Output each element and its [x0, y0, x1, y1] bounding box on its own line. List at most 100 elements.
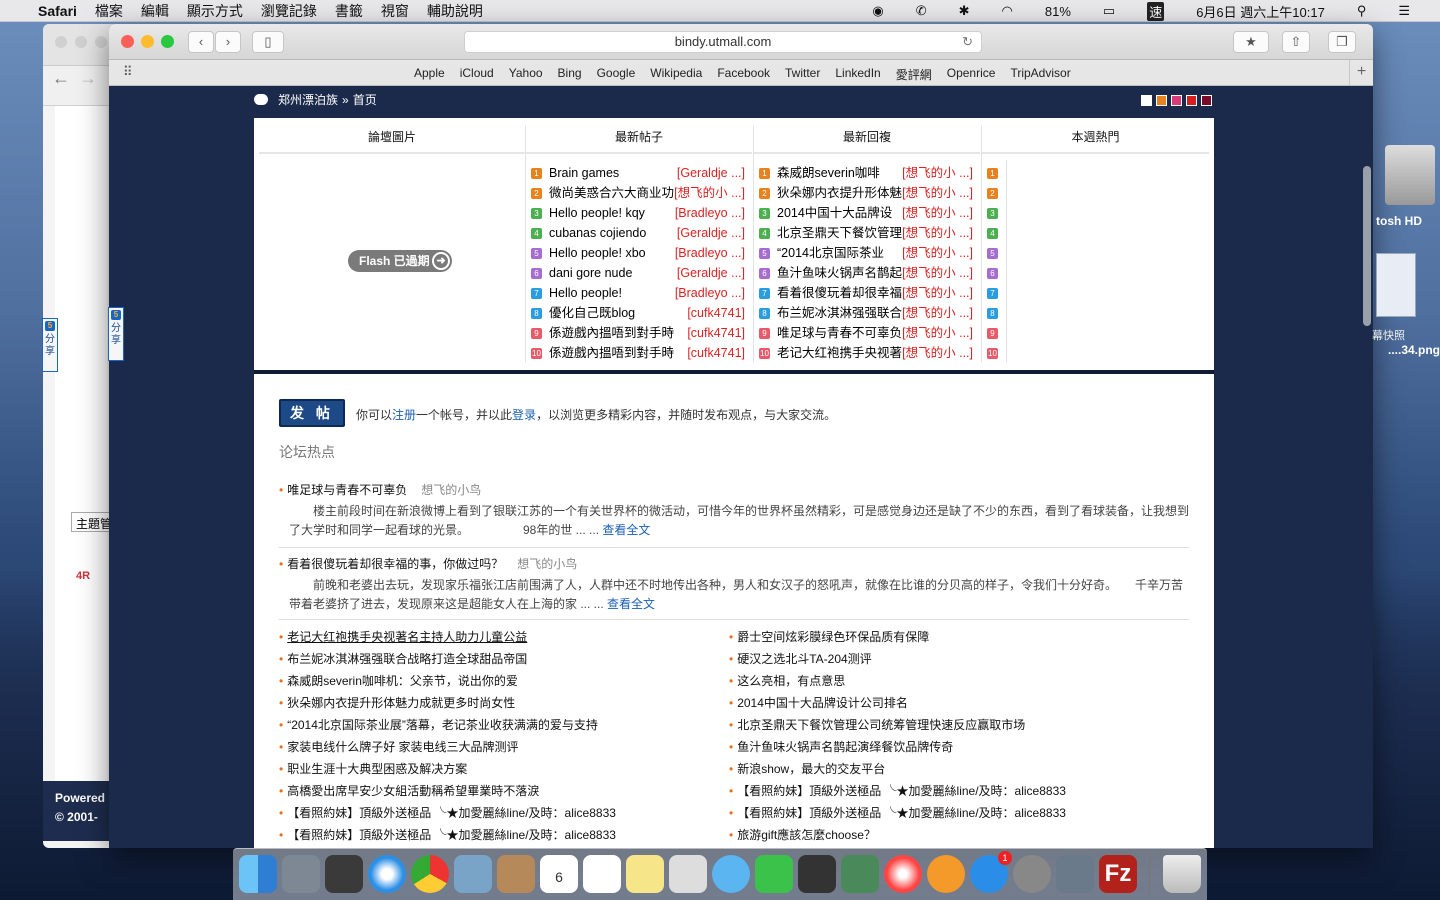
list-item[interactable]: 5 — [987, 243, 1005, 263]
itunes-icon[interactable] — [884, 855, 922, 893]
new-tab-button[interactable]: + — [1349, 60, 1373, 85]
list-item[interactable]: 8 優化自己既blog [cufk4741] — [531, 303, 751, 323]
hot-link[interactable]: • “2014北京国际茶业展”落幕，老记茶业收获满满的爱与支持 — [279, 714, 616, 736]
item-author[interactable]: [Geraldje ...] — [677, 263, 745, 283]
item-author[interactable]: [想飞的小 ...] — [902, 343, 973, 363]
minimize-button[interactable] — [141, 35, 154, 48]
list-item[interactable]: 1 Brain games [Geraldje ...] — [531, 163, 751, 183]
sidebar-icon[interactable]: ▯ — [252, 31, 284, 53]
list-item[interactable]: 6 鱼汁鱼味火锅声名鹊起 [想飞的小 ...] — [759, 263, 979, 283]
hot-link-text[interactable]: 【看照約妹】頂級外送極品 ╰★加愛麗絲line/及時：alice8833 — [737, 806, 1066, 820]
item-title[interactable]: 係遊戲內搵唔到對手時 — [549, 326, 674, 340]
item-author[interactable]: [想飞的小 ...] — [902, 163, 973, 183]
hot-link-text[interactable]: “2014北京国际茶业展”落幕，老记茶业收获满满的爱与支持 — [287, 718, 598, 732]
list-item[interactable]: 1 森威朗severin咖啡 [想飞的小 ...] — [759, 163, 979, 183]
hard-drive-label[interactable]: tosh HD — [1376, 214, 1422, 228]
theme-swatch[interactable] — [1201, 95, 1212, 106]
fav-link[interactable]: TripAdvisor — [1010, 66, 1070, 83]
read-more-link[interactable]: 查看全文 — [602, 523, 650, 537]
hot-link[interactable]: • 爵士空间炫彩膜绿色环保品质有保障 — [729, 626, 1066, 648]
battery-percent[interactable]: 81% — [1045, 4, 1071, 19]
login-link[interactable]: 登录 — [512, 408, 536, 422]
hot-link-text[interactable]: 这么亮相，有点意思 — [737, 674, 845, 688]
mission-control-icon[interactable] — [325, 855, 363, 893]
list-item[interactable]: 4 北京圣鼎天下餐饮管理 [想飞的小 ...] — [759, 223, 979, 243]
screenshot-file-name[interactable]: ....34.png — [1388, 343, 1440, 357]
list-item[interactable]: 9 係遊戲內搵唔到對手時 [cufk4741] — [531, 323, 751, 343]
list-item[interactable]: 8 — [987, 303, 1005, 323]
hot-link-text[interactable]: 爵士空间炫彩膜绿色环保品质有保障 — [737, 630, 929, 644]
tabs-icon[interactable]: ❐ — [1328, 31, 1356, 53]
item-title[interactable]: 鱼汁鱼味火锅声名鹊起 — [777, 266, 902, 280]
item-title[interactable]: 看着很傻玩着却很幸福 — [777, 286, 902, 300]
notification-center-icon[interactable]: ☰ — [1398, 3, 1410, 19]
list-item[interactable]: 4 — [987, 223, 1005, 243]
list-item[interactable]: 8 布兰妮冰淇淋强强联合 [想飞的小 ...] — [759, 303, 979, 323]
hot-link[interactable]: • 【看照約妹】頂級外送極品 ╰★加愛麗絲line/及時：alice8833 — [729, 802, 1066, 824]
list-item[interactable]: 3 2014中国十大品牌设 [想飞的小 ...] — [759, 203, 979, 223]
read-more-link[interactable]: 查看全文 — [607, 597, 655, 611]
wifi-icon[interactable]: ◠ — [1002, 3, 1013, 19]
article-title[interactable]: • 唯足球与青春不可辜负 — [279, 483, 407, 497]
photo-booth-icon[interactable] — [798, 855, 836, 893]
hot-link-text[interactable]: 鱼汁鱼味火锅声名鹊起演绎餐饮品牌传奇 — [737, 740, 953, 754]
battery-icon[interactable]: ▭ — [1103, 3, 1115, 19]
hot-link[interactable]: • 硬汉之选北斗TA-204测评 — [729, 648, 1066, 670]
menu-bookmarks[interactable]: 書籤 — [335, 1, 363, 21]
menu-window[interactable]: 視窗 — [381, 1, 409, 21]
hot-link[interactable]: • 2014中国十大品牌设计公司排名 — [729, 692, 1066, 714]
iphoto-icon[interactable] — [841, 855, 879, 893]
list-item[interactable]: 10 — [987, 343, 1005, 363]
list-item[interactable]: 6 — [987, 263, 1005, 283]
flash-expired-button[interactable]: Flash 已過期 ➜ — [348, 250, 452, 272]
item-author[interactable]: [Bradleyo ...] — [675, 243, 745, 263]
item-author[interactable]: [想飞的小 ...] — [674, 183, 745, 203]
safari-icon[interactable] — [368, 855, 406, 893]
list-item[interactable]: 7 看着很傻玩着却很幸福 [想飞的小 ...] — [759, 283, 979, 303]
system-preferences-icon[interactable] — [1013, 855, 1051, 893]
facetime-icon[interactable] — [755, 855, 793, 893]
hot-link[interactable]: • 布兰妮冰淇淋强强联合战略打造全球甜品帝国 — [279, 648, 616, 670]
menu-file[interactable]: 檔案 — [95, 1, 123, 21]
hot-link[interactable]: • 狄朵娜内衣提升形体魅力成就更多时尚女性 — [279, 692, 616, 714]
item-author[interactable]: [想飞的小 ...] — [902, 223, 973, 243]
screenshot-file-icon[interactable] — [1376, 253, 1416, 317]
share-tab[interactable]: 5 分享 — [108, 307, 124, 361]
bluetooth-icon[interactable]: ✱ — [959, 3, 970, 19]
list-item[interactable]: 4 cubanas cojiendo [Geraldje ...] — [531, 223, 751, 243]
list-item[interactable]: 2 微尚美惑合六大商业功 [想飞的小 ...] — [531, 183, 751, 203]
page-scrollbar[interactable] — [1363, 166, 1371, 326]
hot-link[interactable]: • 旅游gift應該怎麼choose？ — [729, 824, 1066, 846]
item-title[interactable]: dani gore nude — [549, 266, 632, 280]
register-link[interactable]: 注册 — [392, 408, 416, 422]
list-item[interactable]: 7 — [987, 283, 1005, 303]
list-item[interactable]: 9 — [987, 323, 1005, 343]
item-title[interactable]: 布兰妮冰淇淋强强联合 — [777, 306, 902, 320]
list-item[interactable]: 7 Hello people! [Bradleyo ...] — [531, 283, 751, 303]
item-title[interactable]: 係遊戲內搵唔到對手時 — [549, 346, 674, 360]
hot-link-text[interactable]: 2014中国十大品牌设计公司排名 — [737, 696, 908, 710]
hot-link-text[interactable]: 新浪show，最大的交友平台 — [737, 762, 885, 776]
reload-icon[interactable]: ↻ — [962, 32, 973, 52]
hard-drive-icon[interactable] — [1385, 145, 1435, 205]
list-item[interactable]: 3 Hello people! kqy [Bradleyo ...] — [531, 203, 751, 223]
item-title[interactable]: “2014北京国际茶业 — [777, 246, 884, 260]
address-bar[interactable]: bindy.utmall.com ↻ — [464, 31, 982, 53]
reminders-icon[interactable] — [583, 855, 621, 893]
item-author[interactable]: [想飞的小 ...] — [902, 183, 973, 203]
item-author[interactable]: [cufk4741] — [687, 343, 745, 363]
hot-link-text[interactable]: 【看照約妹】頂級外送極品 ╰★加愛麗絲line/及時：alice8833 — [287, 806, 616, 820]
hot-link-text[interactable]: 森威朗severin咖啡机：父亲节，说出你的爱 — [287, 674, 518, 688]
item-title[interactable]: 2014中国十大品牌设 — [777, 206, 892, 220]
fav-link[interactable]: Google — [597, 66, 636, 83]
fav-link[interactable]: Openrice — [947, 66, 996, 83]
item-title[interactable]: 唯足球与青春不可辜负 — [777, 326, 902, 340]
mail-icon[interactable] — [454, 855, 492, 893]
hot-link[interactable]: • 家装电线什么牌子好 家装电线三大品牌测评 — [279, 736, 616, 758]
hot-link[interactable]: • 北京圣鼎天下餐饮管理公司统筹管理快速反应赢取市场 — [729, 714, 1066, 736]
filezilla-icon[interactable]: Fz — [1099, 855, 1137, 893]
fav-link[interactable]: Facebook — [717, 66, 770, 83]
item-title[interactable]: cubanas cojiendo — [549, 226, 646, 240]
photos-icon[interactable] — [669, 855, 707, 893]
back-icon[interactable]: ← — [52, 68, 70, 89]
